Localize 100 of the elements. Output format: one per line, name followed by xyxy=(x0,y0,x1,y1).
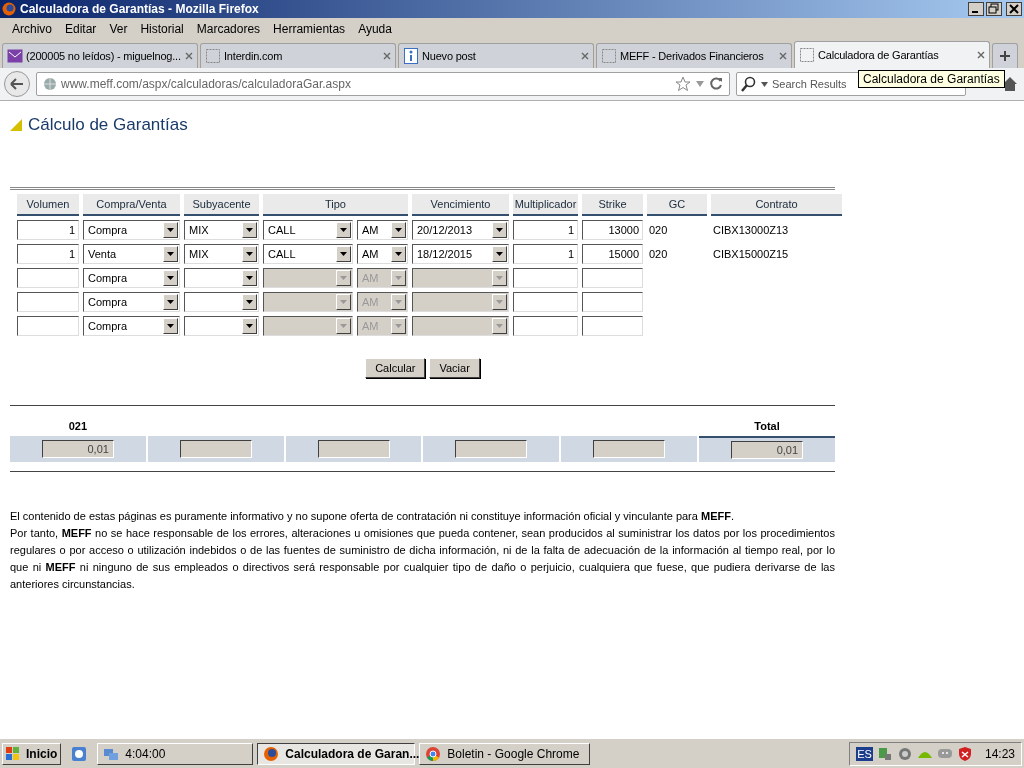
plus-icon xyxy=(999,50,1011,62)
expiry-select[interactable]: 20/12/2013 xyxy=(412,220,509,240)
multiplier-field[interactable] xyxy=(513,268,578,288)
browser-tab[interactable]: Nuevo post xyxy=(398,43,594,68)
minimize-icon[interactable] xyxy=(968,2,984,16)
table-cell-text: 020 xyxy=(648,224,669,236)
dropdown-arrow-icon xyxy=(246,276,253,280)
strike-field[interactable] xyxy=(582,292,643,312)
dropdown-arrow-icon xyxy=(395,300,402,304)
dropdown-arrow-icon xyxy=(340,228,347,232)
table-cell-text: CIBX13000Z13 xyxy=(712,224,790,236)
left-arrow-icon xyxy=(10,78,24,90)
dotted-square-icon xyxy=(601,48,617,64)
underlying-select[interactable] xyxy=(184,292,259,312)
clear-button[interactable]: Vaciar xyxy=(429,358,480,378)
column-header: Tipo xyxy=(263,194,408,216)
firefox-icon xyxy=(263,745,280,762)
dropdown-arrow-icon xyxy=(340,276,347,280)
dropdown-arrow-icon xyxy=(167,276,174,280)
menu-item[interactable]: Historial xyxy=(134,22,190,36)
buy-sell-select[interactable]: Compra xyxy=(83,220,180,240)
volume-field[interactable] xyxy=(17,316,79,336)
strike-field[interactable]: 13000 xyxy=(582,220,643,240)
browser-tab[interactable]: (200005 no leídos) - miguelnog... xyxy=(2,43,198,68)
group-label: 021 xyxy=(67,420,89,432)
windows-logo-icon xyxy=(6,746,20,761)
multiplier-field[interactable]: 1 xyxy=(513,244,578,264)
tooltip: Calculadora de Garantías xyxy=(858,70,1005,88)
taskbar-button[interactable]: 4:04:00 xyxy=(97,742,254,765)
volume-field[interactable] xyxy=(17,292,79,312)
multiplier-field[interactable] xyxy=(513,316,578,336)
window-title: Calculadora de Garantías - Mozilla Firefox xyxy=(20,2,260,16)
globe-icon xyxy=(43,77,57,91)
dropdown-arrow-icon xyxy=(340,300,347,304)
home-icon[interactable] xyxy=(1002,76,1018,92)
strike-field[interactable] xyxy=(582,268,643,288)
volume-field[interactable]: 1 xyxy=(17,244,79,264)
underlying-select[interactable] xyxy=(184,268,259,288)
dropdown-arrow-icon xyxy=(496,300,503,304)
language-indicator[interactable]: ES xyxy=(856,746,873,761)
dropdown-arrow-icon xyxy=(246,300,253,304)
quick-launch-icon[interactable] xyxy=(71,745,88,762)
dropdown-arrow-icon xyxy=(167,228,174,232)
column-header: Volumen xyxy=(17,194,79,216)
shield-icon[interactable] xyxy=(956,745,973,762)
expiry-select[interactable]: 18/12/2015 xyxy=(412,244,509,264)
tray-network-icon[interactable] xyxy=(876,745,893,762)
menu-item[interactable]: Ver xyxy=(103,22,134,36)
dropdown-arrow-icon xyxy=(340,324,347,328)
table-cell-text: CIBX15000Z15 xyxy=(712,248,790,260)
underlying-select[interactable]: MIX xyxy=(184,244,259,264)
reload-icon[interactable] xyxy=(709,77,723,91)
taskbar-button[interactable]: Boletin - Google Chrome xyxy=(419,742,591,765)
menu-item[interactable]: Editar xyxy=(59,22,103,36)
menu-item[interactable]: Archivo xyxy=(6,22,58,36)
strike-field[interactable]: 15000 xyxy=(582,244,643,264)
type-select[interactable]: CALL xyxy=(263,220,353,240)
browser-tab[interactable]: Interdin.com xyxy=(200,43,396,68)
dropdown-arrow-icon xyxy=(496,228,503,232)
browser-tab[interactable]: MEFF - Derivados Financieros xyxy=(596,43,792,68)
total-field: 0,01 xyxy=(731,441,804,459)
menu-item[interactable]: Marcadores xyxy=(190,22,267,36)
dropdown-arrow-icon xyxy=(395,228,402,232)
menu-item[interactable]: Herramientas xyxy=(267,22,352,36)
volume-field[interactable] xyxy=(17,268,79,288)
close-icon[interactable] xyxy=(1006,2,1022,16)
column-header: Subyacente xyxy=(184,194,259,216)
dropdown-arrow-icon xyxy=(167,324,174,328)
multiplier-field[interactable]: 1 xyxy=(513,220,578,240)
new-tab-button[interactable] xyxy=(992,43,1018,68)
restore-icon[interactable] xyxy=(986,2,1002,16)
buy-sell-select[interactable]: Venta xyxy=(83,244,180,264)
browser-tab[interactable]: Calculadora de Garantías xyxy=(794,41,990,68)
dropdown-arrow-icon xyxy=(761,81,768,87)
dotted-square-icon xyxy=(205,48,221,64)
exercise-select[interactable]: AM xyxy=(357,244,408,264)
dropdown-arrow-icon xyxy=(496,276,503,280)
column-header: GC xyxy=(647,194,707,216)
disclaimer-paragraph: El contenido de estas páginas es puramente informativo y no supone oferta de contratación ni constituye información oficial y vinculante para MEFF. xyxy=(10,509,735,524)
calculate-button[interactable]: Calcular xyxy=(365,358,426,378)
back-button[interactable] xyxy=(4,71,30,97)
dropdown-arrow-icon[interactable] xyxy=(695,80,705,88)
menu-item[interactable]: Ayuda xyxy=(352,22,398,36)
underlying-select[interactable] xyxy=(184,316,259,336)
volume-field[interactable]: 1 xyxy=(17,220,79,240)
underlying-select[interactable]: MIX xyxy=(184,220,259,240)
column-header: Compra/Venta xyxy=(83,194,180,216)
dropdown-arrow-icon xyxy=(496,324,503,328)
address-bar[interactable]: www.meff.com/aspx/calculadoras/calculadoraGar.aspx xyxy=(36,72,730,96)
column-header: Vencimiento xyxy=(412,194,509,216)
speaker-icon[interactable] xyxy=(896,745,913,762)
disclaimer-paragraph: Por tanto, MEFF no se hace responsable de los errores, alteraciones u omisiones que pueda contener, sean producidos al suministrar los datos por los procedimientos regulares o por acceso o utilización indebidos o de las fuentes de suministro de dicha información, ni de la falta de adecuación de la información al tiempo real, por lo que ni MEFF ni ninguno de sus empleados o directivos será responsable por cualquier tipo de daño o perjuicio, cualquiera que fuese, que pudiera derivarse de las anteriores circunstancias. xyxy=(10,526,835,592)
exercise-select[interactable]: AM xyxy=(357,220,408,240)
start-button[interactable]: Inicio xyxy=(2,742,62,765)
info-icon xyxy=(403,48,419,64)
type-select[interactable]: CALL xyxy=(263,244,353,264)
star-icon[interactable] xyxy=(675,76,691,92)
multiplier-field[interactable] xyxy=(513,292,578,312)
strike-field[interactable] xyxy=(582,316,643,336)
dropdown-arrow-icon xyxy=(395,324,402,328)
